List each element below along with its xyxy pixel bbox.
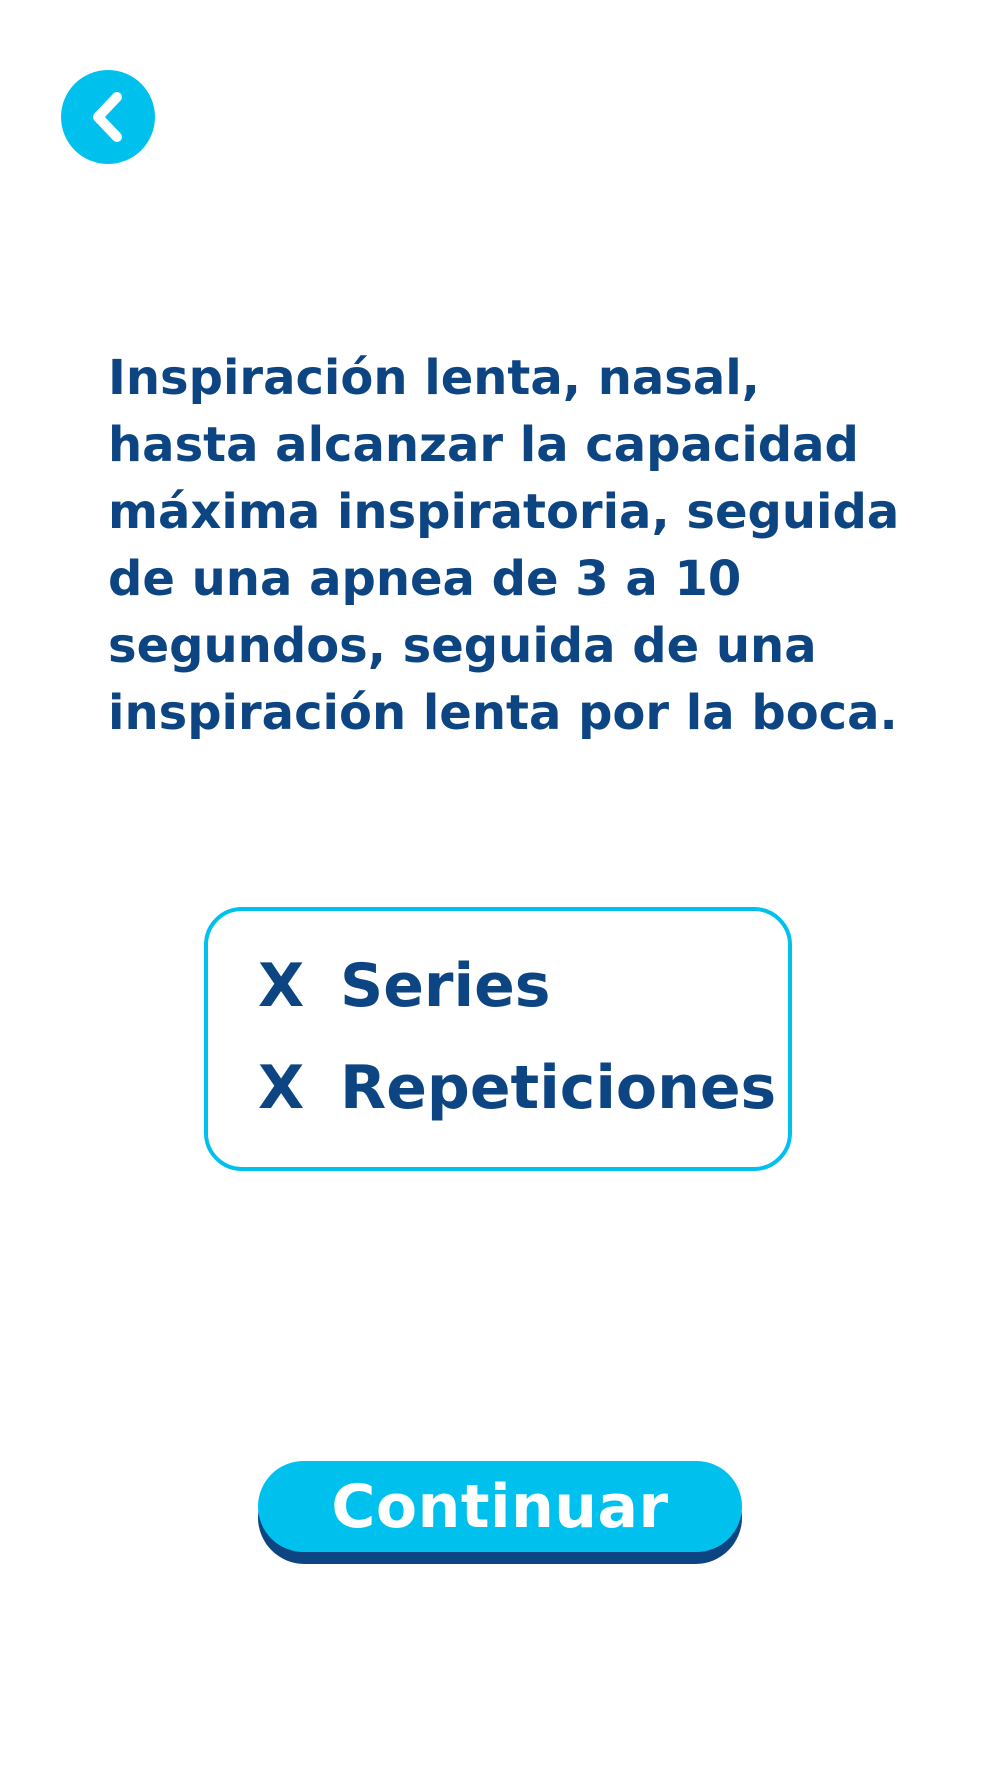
prescription-box: X Series X Repeticiones xyxy=(204,907,792,1171)
series-label: Series xyxy=(340,951,551,1021)
series-row: X Series xyxy=(258,951,550,1021)
repetitions-value: X xyxy=(258,1053,305,1123)
back-button[interactable] xyxy=(61,70,155,164)
continue-button-label[interactable]: Continuar xyxy=(258,1461,742,1552)
exercise-description: Inspiración lenta, nasal, hasta alcanzar… xyxy=(108,350,900,741)
repetitions-row: X Repeticiones xyxy=(258,1053,776,1123)
chevron-left-icon xyxy=(93,92,122,142)
repetitions-label: Repeticiones xyxy=(340,1053,777,1123)
continue-button[interactable]: Continuar xyxy=(258,1461,742,1564)
series-value: X xyxy=(258,951,305,1021)
